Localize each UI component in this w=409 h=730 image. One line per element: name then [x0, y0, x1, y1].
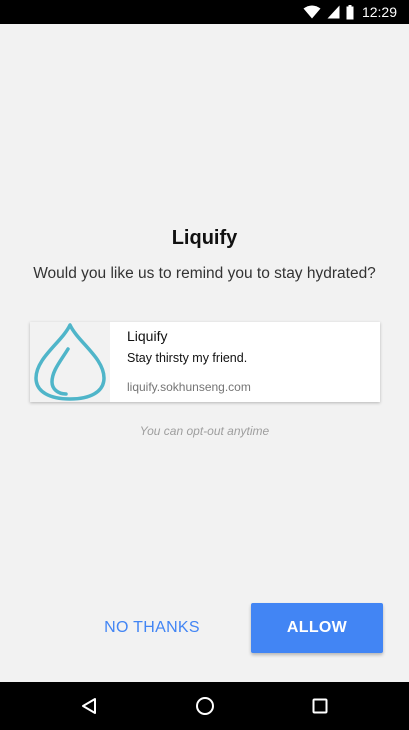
no-thanks-button[interactable]: NO THANKS	[90, 603, 214, 653]
battery-icon	[346, 4, 354, 20]
notification-title: Liquify	[127, 328, 168, 344]
status-icons: 12:29	[303, 0, 397, 24]
allow-button[interactable]: ALLOW	[251, 603, 383, 653]
recents-icon	[312, 698, 328, 714]
dialog-question: Would you like us to remind you to stay …	[33, 265, 376, 282]
recents-button[interactable]	[296, 682, 344, 730]
navigation-bar	[0, 682, 409, 730]
status-bar: 12:29	[0, 0, 409, 24]
back-button[interactable]	[65, 682, 113, 730]
permission-dialog: Liquify Would you like us to remind you …	[0, 24, 409, 682]
notification-url: liquify.sokhunseng.com	[127, 380, 251, 394]
back-icon	[81, 697, 97, 715]
cell-signal-icon	[327, 5, 340, 19]
status-time: 12:29	[361, 4, 397, 20]
notification-body: Stay thirsty my friend.	[127, 351, 248, 365]
notification-preview: Liquify Stay thirsty my friend. liquify.…	[30, 322, 380, 402]
home-icon	[195, 696, 215, 716]
wifi-icon	[303, 5, 321, 19]
dialog-title: Liquify	[171, 227, 238, 249]
home-button[interactable]	[181, 682, 229, 730]
water-drop-icon	[30, 322, 110, 402]
optout-note: You can opt-out anytime	[139, 424, 270, 438]
